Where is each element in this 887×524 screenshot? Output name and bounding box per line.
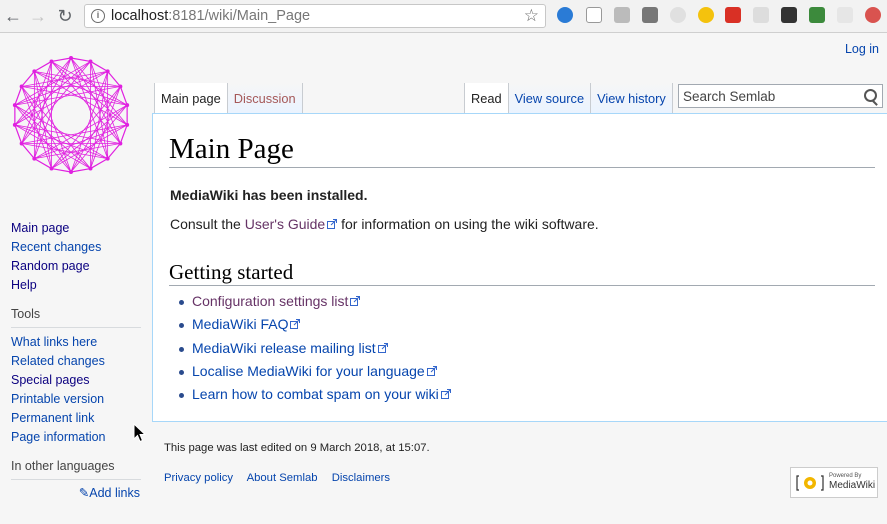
pencil-icon: ✎ xyxy=(78,486,90,500)
gmail-extension-icon[interactable] xyxy=(725,7,741,23)
tools-portal: What links here Related changes Special … xyxy=(11,333,141,447)
external-link-icon xyxy=(426,365,437,376)
privacy-policy-link[interactable]: Privacy policy xyxy=(164,472,233,484)
back-button[interactable]: ← xyxy=(2,5,24,27)
sidebar-item-main-page[interactable]: Main page xyxy=(11,219,141,238)
sidebar-item-special-pages[interactable]: Special pages xyxy=(11,371,141,390)
tab-main-page[interactable]: Main page xyxy=(154,83,228,114)
sidebar-item-related-changes[interactable]: Related changes xyxy=(11,352,141,371)
reload-button[interactable]: ↻ xyxy=(54,5,76,27)
url-host: localhost xyxy=(111,8,169,24)
search-placeholder: Search Semlab xyxy=(683,89,776,104)
tab-read[interactable]: Read xyxy=(464,83,509,114)
film-extension-icon[interactable] xyxy=(781,7,797,23)
sidebar-item-recent-changes[interactable]: Recent changes xyxy=(11,238,141,257)
footer-places: Privacy policy About Semlab Disclaimers xyxy=(164,472,401,484)
getting-started-heading: Getting started xyxy=(169,259,875,286)
tab-discussion[interactable]: Discussion xyxy=(227,83,303,114)
powered-by-mediawiki-badge[interactable]: Powered By MediaWiki xyxy=(790,467,878,498)
release-mailing-list-link[interactable]: MediaWiki release mailing list xyxy=(192,340,388,356)
list-item: MediaWiki release mailing list xyxy=(177,339,451,362)
mouse-cursor-icon xyxy=(133,423,147,443)
localise-link[interactable]: Localise MediaWiki for your language xyxy=(192,363,437,379)
content-area: Main Page MediaWiki has been installed. … xyxy=(152,113,887,422)
tools-heading: Tools xyxy=(11,307,141,328)
grid-extension-icon[interactable] xyxy=(753,7,769,23)
login-link[interactable]: Log in xyxy=(845,42,879,56)
list-item: MediaWiki FAQ xyxy=(177,315,451,338)
external-link-icon xyxy=(327,219,338,229)
mediawiki-label: MediaWiki xyxy=(829,480,876,491)
globe-extension-icon[interactable] xyxy=(557,7,573,23)
languages-heading: In other languages xyxy=(11,459,141,480)
address-bar[interactable]: i localhost:8181/wiki/Main_Page ☆ xyxy=(84,4,546,28)
users-guide-link[interactable]: User's Guide xyxy=(245,216,338,232)
sidebar-item-random-page[interactable]: Random page xyxy=(11,257,141,276)
external-link-icon xyxy=(290,319,301,330)
getting-started-list: Configuration settings list MediaWiki FA… xyxy=(177,292,451,408)
circle-extension-icon[interactable] xyxy=(670,7,686,23)
powered-by-label: Powered By xyxy=(829,473,862,479)
tab-view-history[interactable]: View history xyxy=(591,83,673,114)
url-path: :8181/wiki/Main_Page xyxy=(168,8,311,24)
mediawiki-logo-icon xyxy=(796,475,824,491)
mediawiki-faq-link[interactable]: MediaWiki FAQ xyxy=(192,316,301,332)
search-input[interactable]: Search Semlab xyxy=(678,84,883,108)
view-tabs: Read View source View history xyxy=(464,83,673,114)
add-links-label: Add links xyxy=(89,486,140,500)
settings-extension-icon[interactable] xyxy=(837,7,853,23)
puzzle-extension-icon[interactable] xyxy=(642,7,658,23)
search-icon[interactable] xyxy=(864,89,877,102)
upload-extension-icon[interactable] xyxy=(865,7,881,23)
external-link-icon xyxy=(440,389,451,400)
combat-spam-link[interactable]: Learn how to combat spam on your wiki xyxy=(192,386,451,402)
wiki-page: Log in Main page Discussion Read View so… xyxy=(0,33,887,524)
sidebar: Main page Recent changes Random page Hel… xyxy=(11,219,141,500)
external-link-icon xyxy=(377,342,388,353)
sidebar-item-what-links-here[interactable]: What links here xyxy=(11,333,141,352)
tab-view-source[interactable]: View source xyxy=(508,83,592,114)
add-links-button[interactable]: ✎Add links xyxy=(11,485,141,500)
browser-toolbar: ← → ↻ i localhost:8181/wiki/Main_Page ☆ xyxy=(0,0,887,33)
navigation-portal: Main page Recent changes Random page Hel… xyxy=(11,219,141,295)
installed-message: MediaWiki has been installed. xyxy=(170,187,368,203)
list-item: Configuration settings list xyxy=(177,292,451,315)
site-logo[interactable] xyxy=(6,50,136,180)
person-extension-icon[interactable] xyxy=(809,7,825,23)
consult-paragraph: Consult the User's Guide for information… xyxy=(170,216,599,232)
info-icon[interactable]: i xyxy=(91,9,105,23)
document-extension-icon[interactable] xyxy=(586,7,602,23)
namespace-tabs: Main page Discussion xyxy=(154,83,303,114)
sidebar-item-permanent-link[interactable]: Permanent link xyxy=(11,409,141,428)
sidebar-item-help[interactable]: Help xyxy=(11,276,141,295)
external-link-icon xyxy=(350,296,361,306)
configuration-settings-link[interactable]: Configuration settings list xyxy=(192,293,361,309)
list-item: Localise MediaWiki for your language xyxy=(177,362,451,385)
forward-button[interactable]: → xyxy=(27,5,49,27)
t-extension-icon[interactable] xyxy=(614,7,630,23)
star-icon[interactable]: ☆ xyxy=(524,6,539,26)
last-edited-info: This page was last edited on 9 March 201… xyxy=(164,442,430,454)
list-item: Learn how to combat spam on your wiki xyxy=(177,385,451,408)
sidebar-item-printable-version[interactable]: Printable version xyxy=(11,390,141,409)
sidebar-item-page-information[interactable]: Page information xyxy=(11,428,141,447)
smiley-extension-icon[interactable] xyxy=(698,7,714,23)
page-title: Main Page xyxy=(169,131,875,168)
disclaimers-link[interactable]: Disclaimers xyxy=(332,472,390,484)
about-link[interactable]: About Semlab xyxy=(247,472,318,484)
